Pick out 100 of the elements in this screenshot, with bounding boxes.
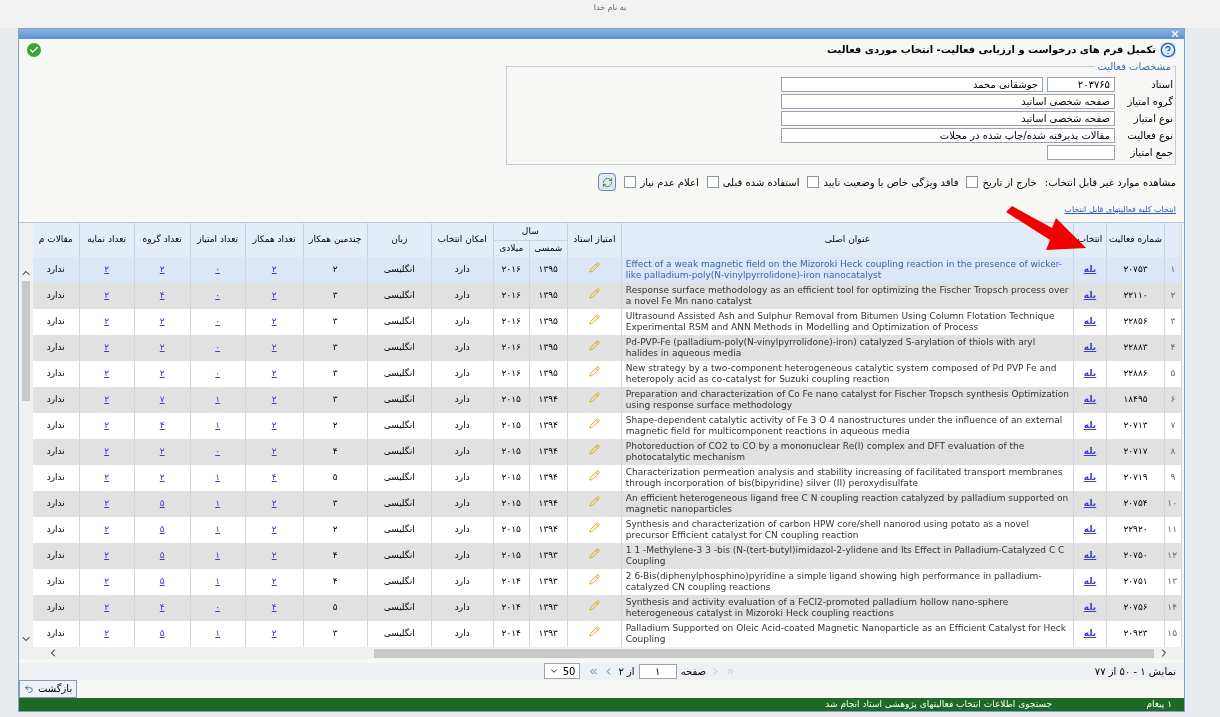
group-count-link[interactable]: ۴ [159,602,165,613]
code-field[interactable]: ۲۰۳۷۶۵ [1047,77,1115,92]
score-count-link[interactable]: ۰ [215,290,221,301]
index-count-link[interactable]: ۲ [104,550,110,561]
table-row[interactable] [33,413,1182,439]
score-count-link[interactable]: ۰ [215,316,221,327]
score-count-link[interactable]: ۰ [215,602,221,613]
coauthor-count-link[interactable]: ۲ [271,290,277,301]
index-count-link[interactable]: ۲ [104,498,110,509]
close-button[interactable] [1170,29,1180,39]
index-count-link[interactable]: ۲ [104,368,110,379]
filter-checkbox[interactable] [807,176,820,188]
coauthor-count-link[interactable]: ۲ [271,498,277,509]
score-count-link[interactable]: ۰ [215,368,221,379]
index-count-link[interactable]: ۲ [104,524,110,535]
score-count-link[interactable]: ۱ [215,472,221,483]
group-count-link[interactable]: ۲ [159,316,165,327]
scrollbar-thumb[interactable] [374,648,1154,658]
group-count-link[interactable]: ۵ [159,576,165,587]
coauthor-count-link[interactable]: ۲ [271,420,277,431]
index-count-link[interactable]: ۲ [104,394,110,405]
table-row[interactable] [33,309,1182,335]
select-link[interactable]: بله [1083,420,1097,431]
pencil-icon[interactable] [588,262,600,274]
index-count-link[interactable]: ۲ [104,316,110,327]
index-count-link[interactable]: ۲ [104,420,110,431]
select-link[interactable]: بله [1083,342,1097,353]
group-count-link[interactable]: ۴ [159,290,165,301]
pencil-icon[interactable] [588,340,600,352]
coauthor-count-link[interactable]: ۴ [271,472,277,483]
pencil-icon[interactable] [588,600,600,612]
group-count-link[interactable]: ۲ [159,368,165,379]
index-count-link[interactable]: ۲ [104,628,110,639]
coauthor-count-link[interactable]: ۲ [271,394,277,405]
select-link[interactable]: بله [1083,576,1097,587]
score-count-link[interactable]: ۰ [215,264,221,275]
refresh-button[interactable] [598,173,617,191]
pencil-icon[interactable] [588,522,600,534]
score-count-link[interactable]: ۱ [215,550,221,561]
select-link[interactable]: بله [1083,498,1097,509]
text-field[interactable]: صفحه شخصی اساتید [781,111,1115,126]
group-count-link[interactable]: ۵ [159,550,165,561]
scrollbar-thumb[interactable] [22,281,30,401]
select-link[interactable]: بله [1083,290,1097,301]
group-count-link[interactable]: ۲ [159,264,165,275]
index-count-link[interactable]: ۲ [104,342,110,353]
select-all-link[interactable]: انتخاب کلیه فعالیتهای قابل انتخاب [1064,205,1176,214]
score-count-link[interactable]: ۱ [215,498,221,509]
coauthor-count-link[interactable]: ۲ [271,446,277,457]
vertical-scrollbar[interactable] [19,223,33,659]
score-count-link[interactable]: ۱ [215,524,221,535]
group-count-link[interactable]: ۷ [159,394,165,405]
filter-checkbox[interactable] [706,176,719,188]
score-count-link[interactable]: ۰ [215,342,221,353]
group-count-link[interactable]: ۴ [159,420,165,431]
filter-checkbox[interactable] [966,176,979,188]
text-field[interactable]: مقالات پذیرفته شده/چاپ شده در مجلات [781,128,1115,143]
index-count-link[interactable]: ۲ [104,472,110,483]
coauthor-count-link[interactable]: ۲ [271,628,277,639]
select-link[interactable]: بله [1083,264,1097,275]
name-field[interactable]: جوشقانی محمد [781,77,1043,92]
coauthor-count-link[interactable]: ۴ [271,602,277,613]
pencil-icon[interactable] [588,314,600,326]
group-count-link[interactable]: ۲ [159,446,165,457]
select-link[interactable]: بله [1083,446,1097,457]
select-link[interactable]: بله [1083,628,1097,639]
score-count-link[interactable]: ۱ [215,394,221,405]
page-field[interactable]: ۱ [638,663,677,679]
coauthor-count-link[interactable]: ۲ [271,524,277,535]
horizontal-scrollbar[interactable] [33,647,1184,659]
select-link[interactable]: بله [1083,602,1097,613]
select-link[interactable]: بله [1083,394,1097,405]
score-count-link[interactable]: ۱ [215,420,221,431]
coauthor-count-link[interactable]: ۲ [271,264,277,275]
group-count-link[interactable]: ۲ [159,472,165,483]
pencil-icon[interactable] [588,574,600,586]
pencil-icon[interactable] [588,444,600,456]
table-row[interactable] [33,257,1182,283]
group-count-link[interactable]: ۵ [159,498,165,509]
select-link[interactable]: بله [1083,368,1097,379]
coauthor-count-link[interactable]: ۲ [271,550,277,561]
pencil-icon[interactable] [588,288,600,300]
coauthor-count-link[interactable]: ۲ [271,368,277,379]
pencil-icon[interactable] [588,496,600,508]
page-size-select[interactable]: 50 [543,663,581,680]
text-field[interactable]: صفحه شخصی اساتید [781,94,1115,109]
help-icon[interactable] [1160,41,1176,58]
pencil-icon[interactable] [588,626,600,638]
index-count-link[interactable]: ۲ [104,576,110,587]
coauthor-count-link[interactable]: ۲ [271,316,277,327]
score-count-link[interactable]: ۱ [215,576,221,587]
select-link[interactable]: بله [1083,316,1097,327]
index-count-link[interactable]: ۲ [104,602,110,613]
pencil-icon[interactable] [588,392,600,404]
index-count-link[interactable]: ۲ [104,290,110,301]
pencil-icon[interactable] [588,366,600,378]
total-field[interactable] [1047,145,1115,160]
filter-checkbox[interactable] [624,176,637,188]
select-link[interactable]: بله [1083,550,1097,561]
pencil-icon[interactable] [588,418,600,430]
